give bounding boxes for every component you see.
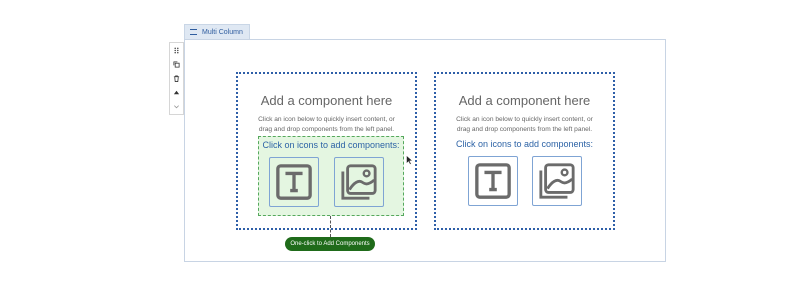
delete-icon bbox=[173, 74, 180, 82]
text-component-icon bbox=[475, 163, 511, 199]
column-description: Click an icon below to quickly insert co… bbox=[456, 116, 593, 133]
icon-prompt: Click on icons to add components: bbox=[262, 140, 400, 150]
image-component-icon bbox=[341, 164, 377, 200]
text-component-icon bbox=[276, 164, 312, 200]
move-up-button[interactable] bbox=[170, 85, 183, 99]
move-up-icon bbox=[173, 90, 180, 94]
column-heading: Add a component here bbox=[458, 93, 591, 108]
one-click-add-components-button[interactable]: One-click to Add Components bbox=[285, 237, 375, 251]
cta-label: One-click to Add Components bbox=[290, 241, 370, 247]
move-down-button[interactable] bbox=[170, 99, 183, 113]
add-image-component-button[interactable] bbox=[532, 156, 582, 206]
block-toolbar bbox=[169, 42, 184, 115]
icon-drop-zone: Click on icons to add components: bbox=[258, 136, 404, 216]
drag-handle-button[interactable] bbox=[170, 43, 183, 57]
mouse-cursor-icon bbox=[406, 155, 414, 165]
callout-connector bbox=[330, 216, 331, 237]
column-description: Click an icon below to quickly insert co… bbox=[258, 116, 395, 133]
add-text-component-button[interactable] bbox=[468, 156, 518, 206]
add-text-component-button[interactable] bbox=[269, 157, 319, 207]
move-down-icon bbox=[174, 104, 179, 108]
drag-handle-icon bbox=[174, 47, 179, 53]
hamburger-icon bbox=[190, 29, 197, 35]
add-image-component-button[interactable] bbox=[334, 157, 384, 207]
delete-button[interactable] bbox=[170, 71, 183, 85]
column-left[interactable]: Add a component here Click an icon below… bbox=[236, 72, 417, 230]
column-heading: Add a component here bbox=[260, 93, 393, 108]
multi-column-label: Multi Column bbox=[202, 28, 243, 36]
copy-icon bbox=[173, 60, 180, 68]
icon-prompt: Click on icons to add components: bbox=[455, 139, 594, 149]
column-right[interactable]: Add a component here Click an icon below… bbox=[434, 72, 615, 230]
copy-button[interactable] bbox=[170, 57, 183, 71]
multi-column-label-tab[interactable]: Multi Column bbox=[184, 24, 250, 39]
image-component-icon bbox=[539, 163, 575, 199]
